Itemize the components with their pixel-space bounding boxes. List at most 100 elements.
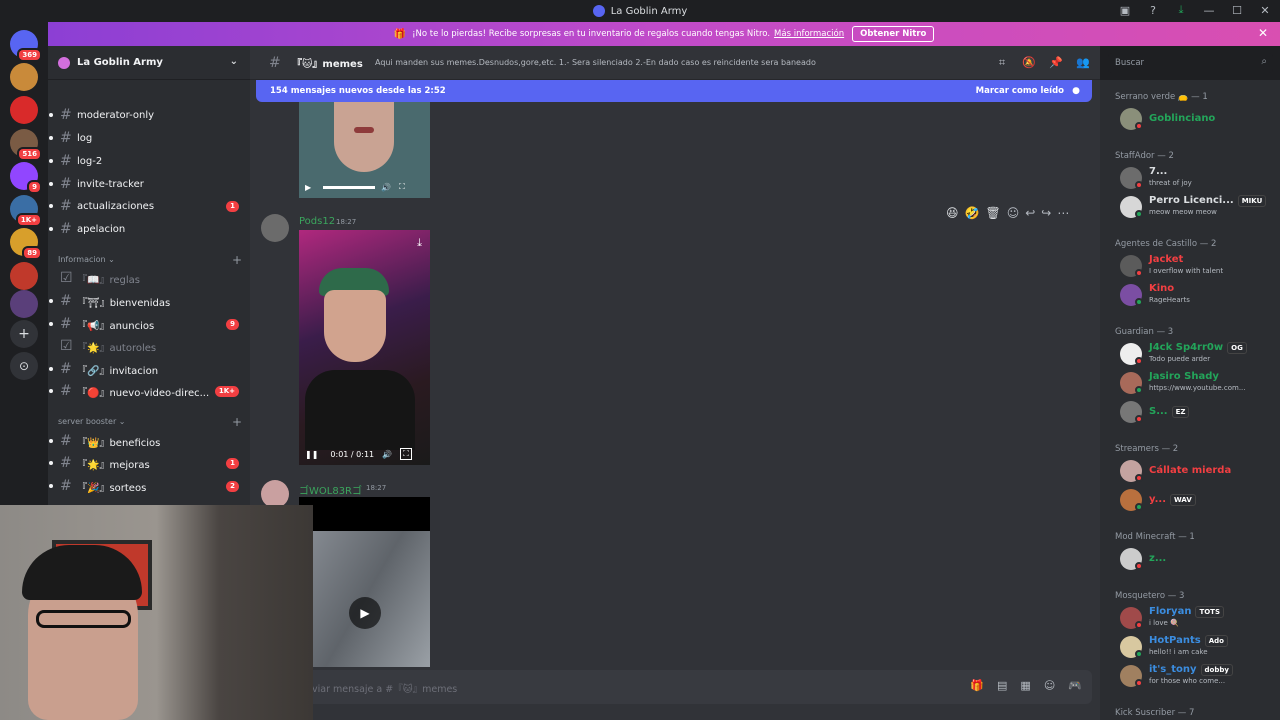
- server-icon-server-5[interactable]: 1K+: [10, 195, 42, 227]
- channel-item[interactable]: # apelacion: [48, 219, 250, 239]
- minimize-button[interactable]: —: [1202, 3, 1216, 17]
- play-icon[interactable]: ▶: [349, 597, 381, 629]
- server-icon-server-4[interactable]: 9: [10, 162, 42, 194]
- member-group-title: Mosquetero — 3: [1115, 591, 1185, 601]
- server-icon-server-1[interactable]: [10, 63, 38, 91]
- help-icon[interactable]: ?: [1146, 3, 1160, 17]
- member-item[interactable]: Jacket I overflow with talent: [1120, 253, 1280, 279]
- reply-icon[interactable]: ↩: [1025, 206, 1035, 220]
- member-name: it's_tony dobby: [1149, 664, 1233, 676]
- member-item[interactable]: Perro Licenci... MIKU meow meow meow: [1120, 194, 1280, 220]
- add-server-button[interactable]: +: [10, 320, 38, 348]
- reaction-emoji-icon[interactable]: 🗑: [985, 206, 1000, 220]
- channel-item[interactable]: # 『🎉』sorteos 2: [48, 476, 250, 496]
- channel-item[interactable]: # 『🌟』mejoras 1: [48, 453, 250, 473]
- fullscreen-icon[interactable]: ⛶: [400, 448, 412, 460]
- add-reaction-icon[interactable]: ☺: [1007, 206, 1020, 220]
- close-banner-icon[interactable]: ✕: [1258, 26, 1268, 40]
- channel-item[interactable]: # 『🔗』invitacion: [48, 359, 250, 379]
- server-icon-server-7[interactable]: [10, 262, 38, 290]
- inbox-icon[interactable]: ▣: [1118, 3, 1132, 17]
- channel-item[interactable]: ☑ 『📖』reglas: [48, 268, 250, 288]
- member-item[interactable]: Kino RageHearts: [1120, 282, 1280, 308]
- explore-servers-button[interactable]: ⊙: [10, 352, 38, 380]
- emoji-icon[interactable]: ☺: [1044, 679, 1055, 692]
- channel-item[interactable]: # log-2: [48, 151, 250, 171]
- category-server-booster[interactable]: server booster ⌄ +: [58, 415, 242, 429]
- sticker-icon[interactable]: ▦: [1020, 679, 1030, 692]
- member-item[interactable]: 7... threat of joy: [1120, 165, 1280, 191]
- message-input[interactable]: viar mensaje a #『🐱』memes 🎁 ▤ ▦ ☺ 🎮: [258, 670, 1092, 704]
- video-attachment[interactable]: ▶: [299, 497, 430, 667]
- member-group-title: Agentes de Castillo — 2: [1115, 239, 1217, 249]
- avatar[interactable]: [261, 480, 289, 508]
- download-icon[interactable]: ⤓: [1174, 3, 1188, 17]
- server-icon-server-6[interactable]: 89: [10, 228, 42, 260]
- more-info-link[interactable]: Más información: [774, 29, 844, 39]
- pin-icon[interactable]: 📌: [1049, 56, 1063, 70]
- member-item[interactable]: J4ck Sp4rr0w OG Todo puede arder: [1120, 341, 1280, 367]
- member-list: Serrano verde 👝 — 1 Goblinciano StaffAdor …: [1100, 80, 1280, 720]
- server-icon-server-2[interactable]: [10, 96, 38, 124]
- maximize-button[interactable]: ☐: [1230, 3, 1244, 17]
- members-icon[interactable]: 👥: [1076, 56, 1090, 70]
- server-icon-server-3[interactable]: 516: [10, 129, 42, 161]
- gift-icon[interactable]: 🎁: [970, 679, 984, 692]
- close-window-button[interactable]: ✕: [1258, 3, 1272, 17]
- download-icon[interactable]: ⤓: [417, 236, 422, 250]
- member-item[interactable]: Floryan TOTS i love 🍭: [1120, 605, 1280, 631]
- mark-read-button[interactable]: Marcar como leído: [976, 86, 1064, 96]
- member-group-title: Serrano verde 👝 — 1: [1115, 92, 1208, 102]
- member-item[interactable]: Jasiro Shady https://www.youtube.com...: [1120, 370, 1280, 396]
- server-icon-home[interactable]: 369: [10, 30, 42, 62]
- member-item[interactable]: it's_tony dobby for those who come...: [1120, 663, 1280, 689]
- search-input[interactable]: Buscar ⌕: [1108, 53, 1273, 73]
- get-nitro-button[interactable]: Obtener Nitro: [852, 26, 935, 42]
- chevron-down-icon[interactable]: ⌄: [230, 56, 238, 67]
- fullscreen-icon[interactable]: ⛶: [399, 182, 405, 192]
- forward-icon[interactable]: ↪: [1041, 206, 1051, 220]
- video-attachment[interactable]: ⤓ ❚❚ 0:01 / 0:11 🔊 ⛶: [299, 230, 430, 465]
- channel-item[interactable]: # log: [48, 128, 250, 148]
- channel-item[interactable]: # 『📢』anuncios 9: [48, 314, 250, 334]
- unread-dot: [49, 159, 53, 163]
- member-item[interactable]: y... WAV: [1120, 487, 1280, 513]
- volume-icon[interactable]: 🔊: [382, 450, 392, 459]
- member-item[interactable]: HotPants Ado hello!! i am cake: [1120, 634, 1280, 660]
- channel-item[interactable]: # 『🔴』nuevo-video-direc... 1K+: [48, 381, 250, 401]
- channel-item[interactable]: # actualizaciones 1: [48, 196, 250, 216]
- server-icon-server-8[interactable]: [10, 290, 38, 318]
- category-informacion[interactable]: Informacion ⌄ +: [58, 253, 242, 267]
- add-channel-icon[interactable]: +: [232, 253, 242, 267]
- video-attachment[interactable]: ▶ 🔊 ⛶: [299, 102, 430, 198]
- avatar[interactable]: [261, 214, 289, 242]
- channel-item[interactable]: # moderator-only: [48, 105, 250, 125]
- new-messages-bar[interactable]: 154 mensajes nuevos desde las 2:52 Marca…: [256, 80, 1092, 102]
- play-icon[interactable]: ▶: [305, 183, 311, 192]
- add-channel-icon[interactable]: +: [232, 415, 242, 429]
- channel-item[interactable]: # invite-tracker: [48, 174, 250, 194]
- channel-item[interactable]: # 『👑』beneficios: [48, 431, 250, 451]
- volume-icon[interactable]: 🔊: [381, 183, 391, 192]
- member-item[interactable]: Goblinciano: [1120, 106, 1280, 132]
- member-group-title: Kick Suscriber — 7: [1115, 708, 1195, 718]
- channel-item[interactable]: ☑ 『🌟』autoroles: [48, 336, 250, 356]
- member-item[interactable]: S... EZ: [1120, 399, 1280, 425]
- threads-icon[interactable]: ⌗: [995, 56, 1009, 70]
- channel-topic[interactable]: Aqui manden sus memes.Desnudos,gore,etc.…: [375, 58, 816, 67]
- pause-icon[interactable]: ❚❚: [305, 450, 318, 459]
- gif-icon[interactable]: ▤: [997, 679, 1007, 692]
- category-label: server booster: [58, 417, 117, 426]
- message-author[interactable]: Pods12: [299, 216, 335, 227]
- member-item[interactable]: Cállate mierda: [1120, 458, 1280, 484]
- reaction-emoji-icon[interactable]: 😆: [946, 206, 959, 220]
- volume-slider[interactable]: [323, 185, 376, 189]
- more-icon[interactable]: ⋯: [1057, 206, 1069, 220]
- channel-item[interactable]: # 『⛩』bienvenidas: [48, 291, 250, 311]
- activity-icon[interactable]: 🎮: [1068, 679, 1082, 692]
- server-header[interactable]: La Goblin Army ⌄: [48, 46, 250, 80]
- reaction-emoji-icon[interactable]: 🤣: [965, 206, 980, 220]
- member-item[interactable]: z...: [1120, 546, 1280, 572]
- mute-icon[interactable]: 🔕: [1022, 56, 1036, 70]
- message-author[interactable]: ゴWOL83Rゴ: [299, 482, 362, 497]
